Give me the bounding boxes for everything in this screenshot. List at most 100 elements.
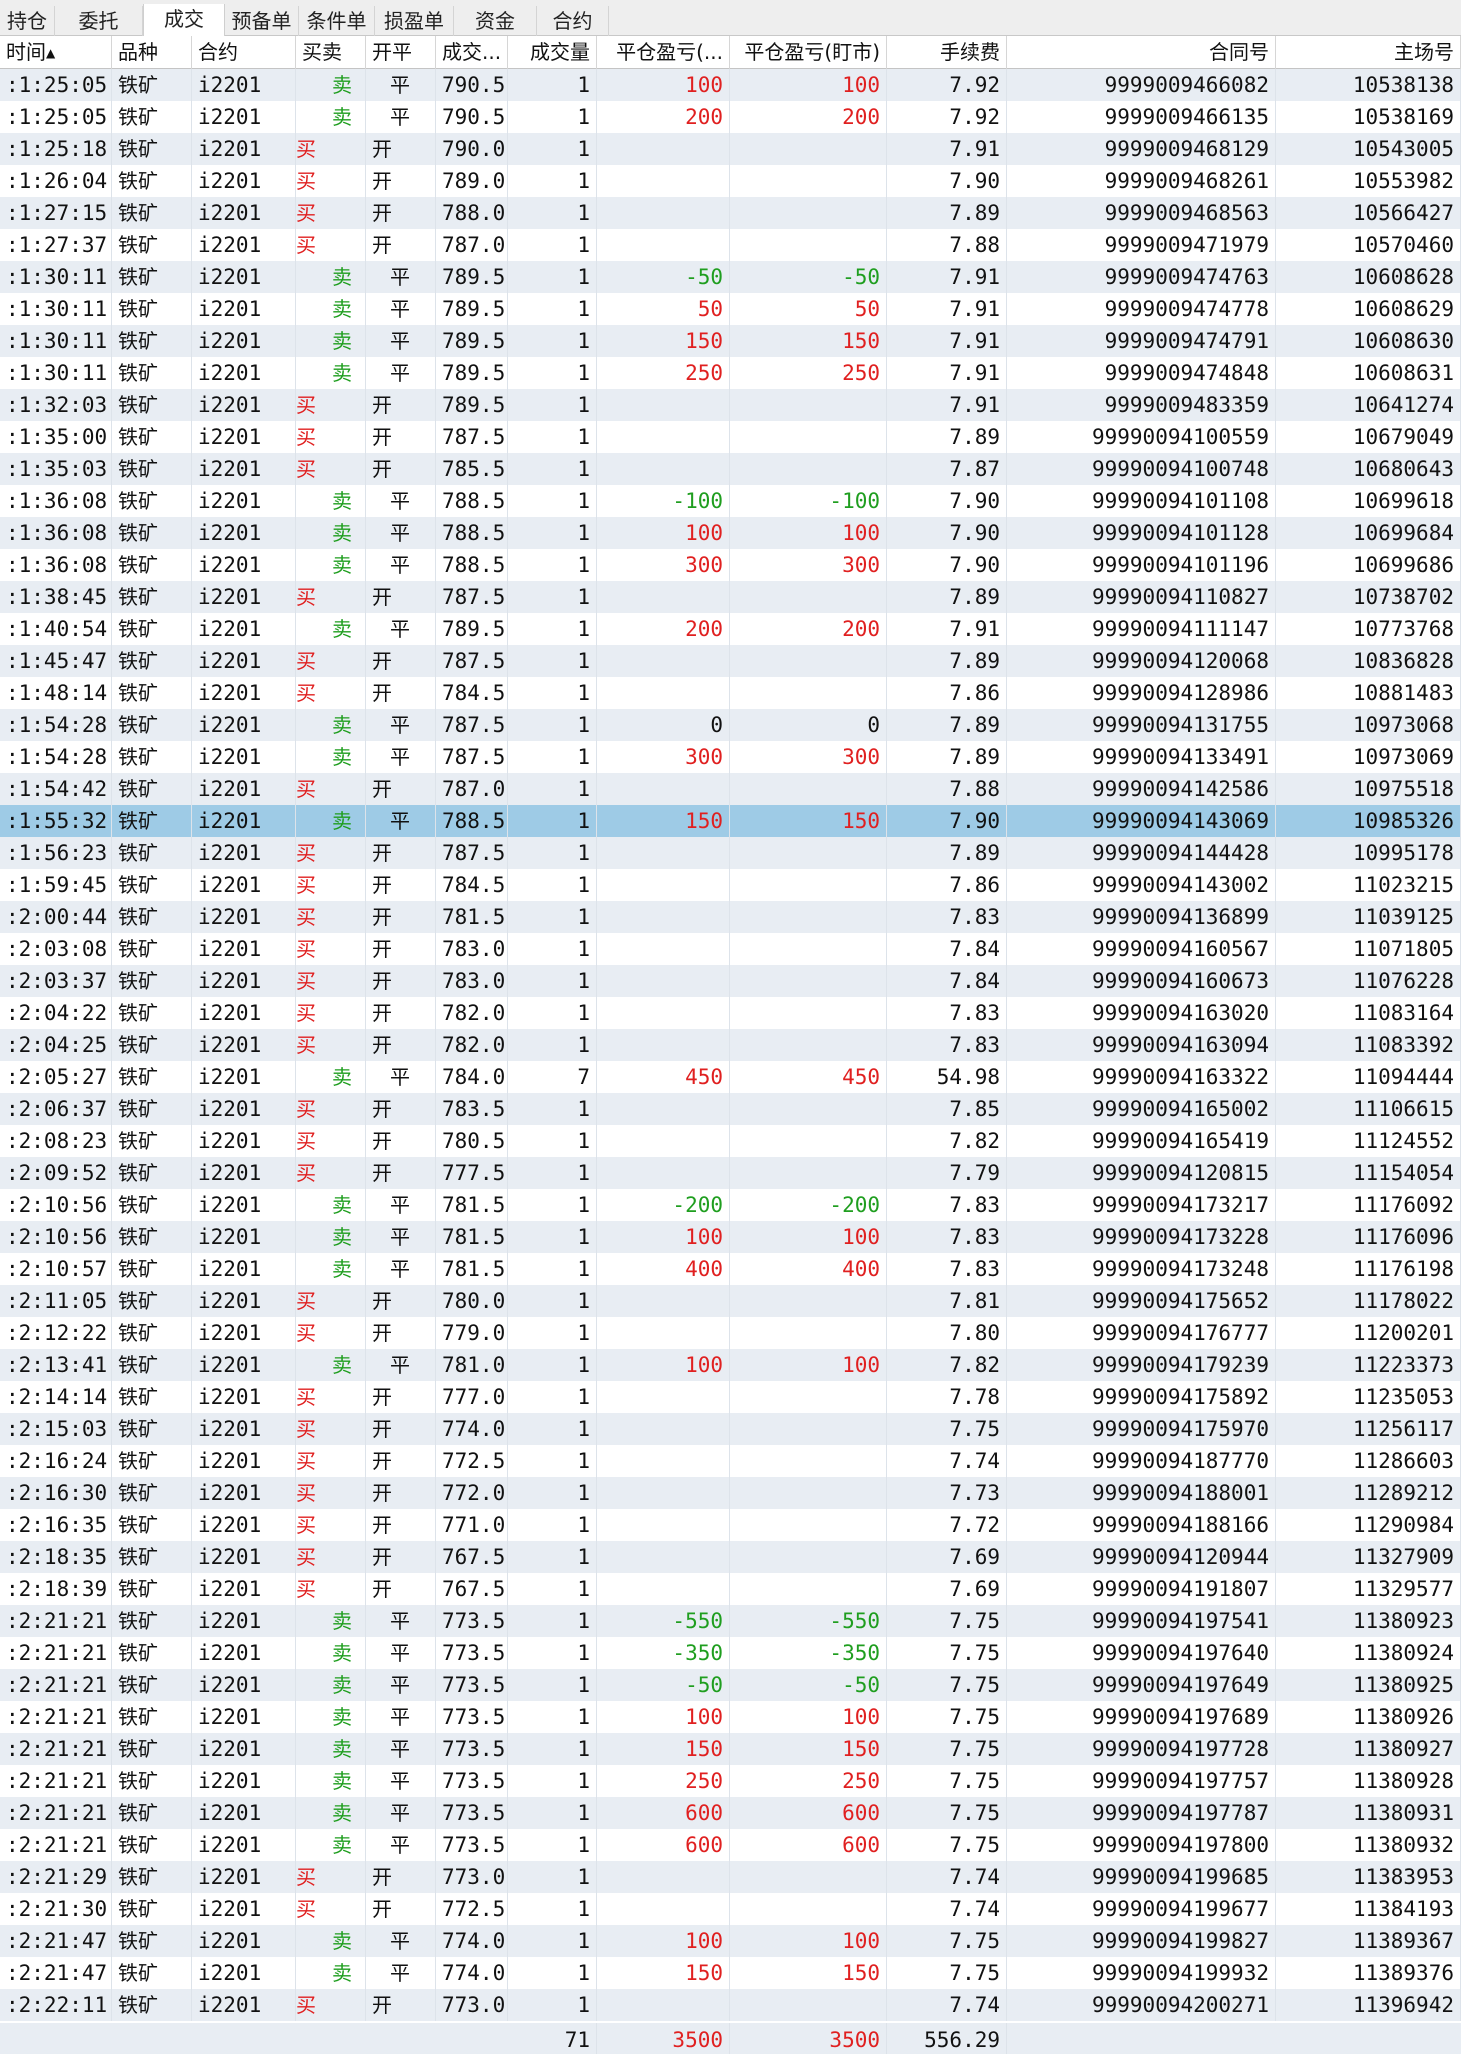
table-row[interactable]: :2:21:30 铁矿 i2201 买开 772.5 1 7.74 9999009419967… — [0, 1893, 1461, 1925]
column-header-pnl-trade[interactable]: 平仓盈亏(... — [597, 36, 730, 69]
table-row[interactable]: :2:05:27 铁矿 i2201 卖平 784.0 7 450 450 54.98 999900… — [0, 1061, 1461, 1093]
table-row[interactable]: :2:04:22 铁矿 i2201 买开 782.0 1 7.83 9999009416302… — [0, 997, 1461, 1029]
tab-4[interactable]: 预备单 — [225, 6, 299, 36]
table-row[interactable]: :1:56:23 铁矿 i2201 买开 787.5 1 7.89 9999009414442… — [0, 837, 1461, 869]
table-row[interactable]: :1:40:54 铁矿 i2201 卖平 789.5 1 200 200 7.91 9999009… — [0, 613, 1461, 645]
table-row[interactable]: :1:25:18 铁矿 i2201 买开 790.0 1 7.91 9999009468129… — [0, 133, 1461, 165]
cell-pnl-trade — [597, 1509, 730, 1541]
tab-5[interactable]: 条件单 — [299, 6, 375, 36]
column-header-exchange-id[interactable]: 主场号 — [1276, 36, 1461, 69]
table-row[interactable]: :1:30:11 铁矿 i2201 卖平 789.5 1 150 150 7.91 9999009… — [0, 325, 1461, 357]
tab-1[interactable]: 持仓 — [0, 6, 55, 36]
table-row[interactable]: :1:54:42 铁矿 i2201 买开 787.0 1 7.88 9999009414258… — [0, 773, 1461, 805]
column-header-label: 成交... — [442, 40, 502, 64]
table-row[interactable]: :1:36:08 铁矿 i2201 卖平 788.5 1 100 100 7.90 9999009… — [0, 517, 1461, 549]
table-row[interactable]: :1:30:11 铁矿 i2201 卖平 789.5 1 50 50 7.91 999900947… — [0, 293, 1461, 325]
table-row[interactable]: :2:04:25 铁矿 i2201 买开 782.0 1 7.83 9999009416309… — [0, 1029, 1461, 1061]
column-header-fee[interactable]: 手续费 — [887, 36, 1007, 69]
table-row[interactable]: :1:55:32 铁矿 i2201 卖平 788.5 1 150 150 7.90 9999009… — [0, 805, 1461, 837]
table-row[interactable]: :1:45:47 铁矿 i2201 买开 787.5 1 7.89 9999009412006… — [0, 645, 1461, 677]
tab-7[interactable]: 资金 — [454, 6, 537, 36]
table-row[interactable]: :1:25:05 铁矿 i2201 卖平 790.5 1 100 100 7.92 9999009… — [0, 69, 1461, 101]
table-row[interactable]: :2:15:03 铁矿 i2201 买开 774.0 1 7.75 9999009417597… — [0, 1413, 1461, 1445]
table-row[interactable]: :2:21:21 铁矿 i2201 卖平 773.5 1 -550 -550 7.75 99990… — [0, 1605, 1461, 1637]
table-row[interactable]: :2:21:47 铁矿 i2201 卖平 774.0 1 150 150 7.75 9999009… — [0, 1957, 1461, 1989]
column-header-order-id[interactable]: 合同号 — [1007, 36, 1276, 69]
cell-product: 铁矿 — [112, 1573, 192, 1605]
table-row[interactable]: :1:35:03 铁矿 i2201 买开 785.5 1 7.87 9999009410074… — [0, 453, 1461, 485]
tab-3[interactable]: 成交 — [143, 4, 225, 36]
table-row[interactable]: :2:21:29 铁矿 i2201 买开 773.0 1 7.74 9999009419968… — [0, 1861, 1461, 1893]
column-header-qty[interactable]: 成交量 — [508, 36, 597, 69]
table-row[interactable]: :2:11:05 铁矿 i2201 买开 780.0 1 7.81 9999009417565… — [0, 1285, 1461, 1317]
cell-openclose: 平 — [366, 69, 436, 101]
table-row[interactable]: :2:21:21 铁矿 i2201 卖平 773.5 1 600 600 7.75 9999009… — [0, 1797, 1461, 1829]
table-row[interactable]: :1:27:37 铁矿 i2201 买开 787.0 1 7.88 9999009471979… — [0, 229, 1461, 261]
table-row[interactable]: :2:10:57 铁矿 i2201 卖平 781.5 1 400 400 7.83 9999009… — [0, 1253, 1461, 1285]
table-row[interactable]: :1:35:00 铁矿 i2201 买开 787.5 1 7.89 9999009410055… — [0, 421, 1461, 453]
cell-time: :1:45:47 — [0, 645, 112, 677]
column-header-contract[interactable]: 合约 — [192, 36, 296, 69]
table-row[interactable]: :2:18:39 铁矿 i2201 买开 767.5 1 7.69 9999009419180… — [0, 1573, 1461, 1605]
table-row[interactable]: :2:08:23 铁矿 i2201 买开 780.5 1 7.82 9999009416541… — [0, 1125, 1461, 1157]
cell-order-id: 9999009468129 — [1007, 133, 1276, 165]
table-row[interactable]: :2:12:22 铁矿 i2201 买开 779.0 1 7.80 9999009417677… — [0, 1317, 1461, 1349]
table-row[interactable]: :2:18:35 铁矿 i2201 买开 767.5 1 7.69 9999009412094… — [0, 1541, 1461, 1573]
table-row[interactable]: :1:48:14 铁矿 i2201 买开 784.5 1 7.86 9999009412898… — [0, 677, 1461, 709]
table-row[interactable]: :1:54:28 铁矿 i2201 卖平 787.5 1 0 0 7.89 99990094131… — [0, 709, 1461, 741]
cell-openclose: 平 — [366, 1957, 436, 1989]
table-row[interactable]: :2:16:35 铁矿 i2201 买开 771.0 1 7.72 9999009418816… — [0, 1509, 1461, 1541]
table-row[interactable]: :2:21:21 铁矿 i2201 卖平 773.5 1 150 150 7.75 9999009… — [0, 1733, 1461, 1765]
cell-pnl-mtm: 150 — [730, 325, 887, 357]
table-row[interactable]: :2:09:52 铁矿 i2201 买开 777.5 1 7.79 9999009412081… — [0, 1157, 1461, 1189]
cell-time: :2:04:22 — [0, 997, 112, 1029]
table-row[interactable]: :2:21:21 铁矿 i2201 卖平 773.5 1 100 100 7.75 9999009… — [0, 1701, 1461, 1733]
table-row[interactable]: :2:22:11 铁矿 i2201 买开 773.0 1 7.74 9999009420027… — [0, 1989, 1461, 2021]
column-header-time[interactable]: 时间▲ — [0, 36, 112, 69]
table-row[interactable]: :2:00:44 铁矿 i2201 买开 781.5 1 7.83 9999009413689… — [0, 901, 1461, 933]
tab-6[interactable]: 损盈单 — [375, 6, 454, 36]
cell-qty: 1 — [508, 1189, 597, 1221]
table-row[interactable]: :1:26:04 铁矿 i2201 买开 789.0 1 7.90 9999009468261… — [0, 165, 1461, 197]
table-row[interactable]: :1:36:08 铁矿 i2201 卖平 788.5 1 300 300 7.90 9999009… — [0, 549, 1461, 581]
cell-pnl-mtm — [730, 1125, 887, 1157]
table-row[interactable]: :2:21:21 铁矿 i2201 卖平 773.5 1 -50 -50 7.75 9999009… — [0, 1669, 1461, 1701]
table-row[interactable]: :2:16:24 铁矿 i2201 买开 772.5 1 7.74 9999009418777… — [0, 1445, 1461, 1477]
table-row[interactable]: :1:25:05 铁矿 i2201 卖平 790.5 1 200 200 7.92 9999009… — [0, 101, 1461, 133]
table-row[interactable]: :1:38:45 铁矿 i2201 买开 787.5 1 7.89 9999009411082… — [0, 581, 1461, 613]
cell-price: 772.5 — [436, 1445, 508, 1477]
column-header-price[interactable]: 成交... — [436, 36, 508, 69]
table-row[interactable]: :2:21:21 铁矿 i2201 卖平 773.5 1 600 600 7.75 9999009… — [0, 1829, 1461, 1861]
table-row[interactable]: :1:59:45 铁矿 i2201 买开 784.5 1 7.86 9999009414300… — [0, 869, 1461, 901]
table-row[interactable]: :2:06:37 铁矿 i2201 买开 783.5 1 7.85 9999009416500… — [0, 1093, 1461, 1125]
table-row[interactable]: :1:32:03 铁矿 i2201 买开 789.5 1 7.91 9999009483359… — [0, 389, 1461, 421]
tab-2[interactable]: 委托 — [55, 6, 143, 36]
table-row[interactable]: :1:30:11 铁矿 i2201 卖平 789.5 1 -50 -50 7.91 9999009… — [0, 261, 1461, 293]
table-row[interactable]: :2:13:41 铁矿 i2201 卖平 781.0 1 100 100 7.82 9999009… — [0, 1349, 1461, 1381]
column-header-openclose[interactable]: 开平 — [366, 36, 436, 69]
table-header: 时间▲ 品种 合约 买卖 开平 成交... 成交量 平仓盈亏(... 平仓盈亏(盯市) 手续费 合同… — [0, 36, 1461, 69]
table-row[interactable]: :1:30:11 铁矿 i2201 卖平 789.5 1 250 250 7.91 9999009… — [0, 357, 1461, 389]
cell-pnl-mtm: 450 — [730, 1061, 887, 1093]
column-header-product[interactable]: 品种 — [112, 36, 192, 69]
table-row[interactable]: :2:10:56 铁矿 i2201 卖平 781.5 1 100 100 7.83 9999009… — [0, 1221, 1461, 1253]
table-row[interactable]: :2:21:21 铁矿 i2201 卖平 773.5 1 250 250 7.75 9999009… — [0, 1765, 1461, 1797]
table-row[interactable]: :2:16:30 铁矿 i2201 买开 772.0 1 7.73 9999009418800… — [0, 1477, 1461, 1509]
table-row[interactable]: :1:54:28 铁矿 i2201 卖平 787.5 1 300 300 7.89 9999009… — [0, 741, 1461, 773]
table-row[interactable]: :2:03:37 铁矿 i2201 买开 783.0 1 7.84 9999009416067… — [0, 965, 1461, 997]
cell-side: 卖 — [296, 101, 366, 133]
column-header-pnl-mtm[interactable]: 平仓盈亏(盯市) — [730, 36, 887, 69]
tab-8[interactable]: 合约 — [537, 6, 609, 36]
cell-exchange-id: 11389376 — [1276, 1957, 1461, 1989]
cell-order-id: 99990094101108 — [1007, 485, 1276, 517]
table-row[interactable]: :2:10:56 铁矿 i2201 卖平 781.5 1 -200 -200 7.83 99990… — [0, 1189, 1461, 1221]
cell-contract: i2201 — [192, 1125, 296, 1157]
table-row[interactable]: :2:03:08 铁矿 i2201 买开 783.0 1 7.84 9999009416056… — [0, 933, 1461, 965]
table-row[interactable]: :1:36:08 铁矿 i2201 卖平 788.5 1 -100 -100 7.90 99990… — [0, 485, 1461, 517]
cell-openclose: 平 — [366, 549, 436, 581]
table-row[interactable]: :1:27:15 铁矿 i2201 买开 788.0 1 7.89 9999009468563… — [0, 197, 1461, 229]
table-row[interactable]: :2:21:47 铁矿 i2201 卖平 774.0 1 100 100 7.75 9999009… — [0, 1925, 1461, 1957]
table-row[interactable]: :2:21:21 铁矿 i2201 卖平 773.5 1 -350 -350 7.75 99990… — [0, 1637, 1461, 1669]
column-header-side[interactable]: 买卖 — [296, 36, 366, 69]
table-row[interactable]: :2:14:14 铁矿 i2201 买开 777.0 1 7.78 9999009417589… — [0, 1381, 1461, 1413]
